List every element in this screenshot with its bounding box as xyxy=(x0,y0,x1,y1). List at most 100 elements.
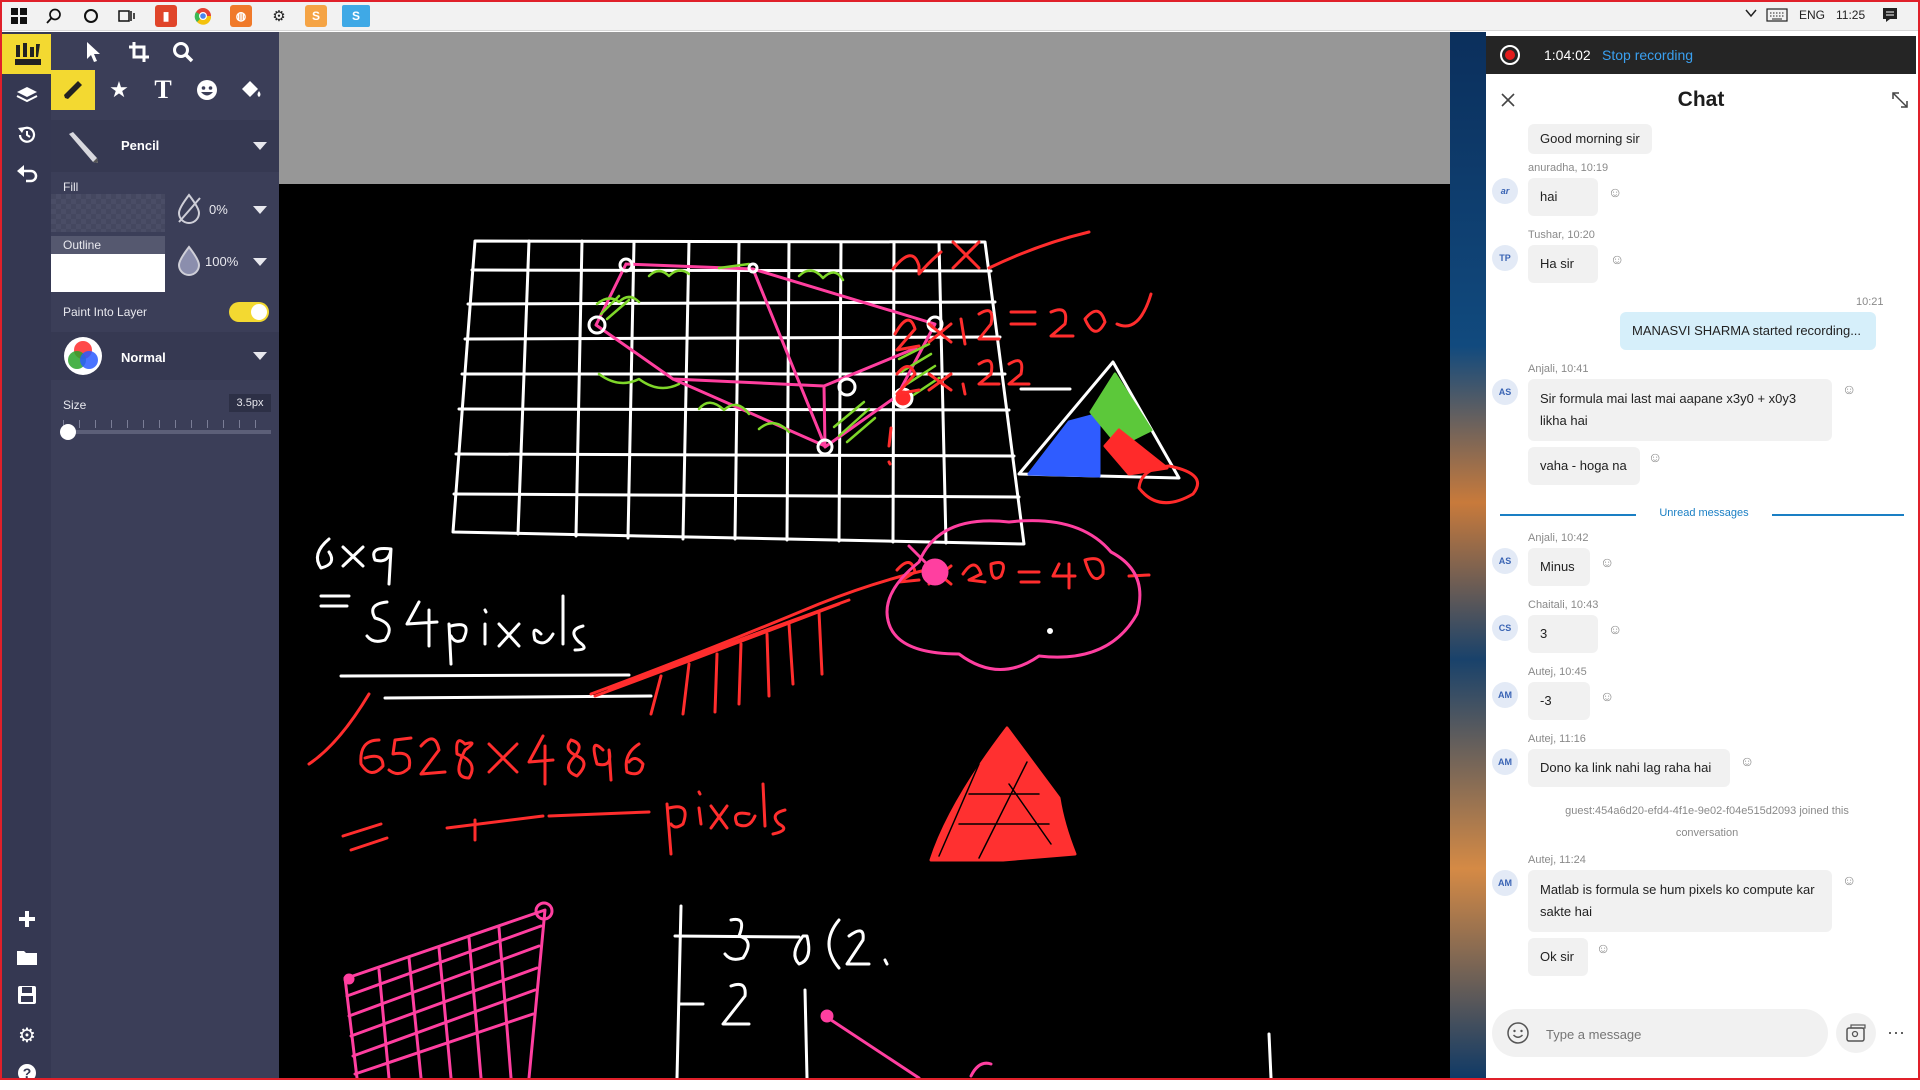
help-icon[interactable]: ? xyxy=(8,1056,46,1090)
folder-icon[interactable] xyxy=(8,940,46,974)
tool-options-panel: ★ T Pencil Fill 0% Outline 100% Paint In… xyxy=(51,32,279,1078)
chrome-icon[interactable] xyxy=(192,5,214,27)
fill-dropdown-caret-icon[interactable] xyxy=(253,206,267,214)
crop-tool[interactable] xyxy=(117,32,161,72)
office-app-icon[interactable]: ▮ xyxy=(155,5,177,27)
recording-timer: 1:04:02 xyxy=(1544,47,1591,63)
settings-gear-icon[interactable]: ⚙ xyxy=(268,5,290,27)
svg-text:?: ? xyxy=(23,1065,32,1081)
brush-name: Pencil xyxy=(121,138,160,153)
settings-icon[interactable]: ⚙ xyxy=(8,1018,46,1052)
message-meta: Autej, 11:24 xyxy=(1528,854,1586,866)
zoom-search-tool[interactable] xyxy=(161,32,205,72)
message-list: Good morning sir ar anuradha, 10:19 hai … xyxy=(1486,124,1916,1004)
cortana-icon[interactable] xyxy=(80,5,102,27)
paint-into-layer-label: Paint Into Layer xyxy=(63,305,148,319)
outline-swatch[interactable] xyxy=(51,254,165,292)
message-meta: Autej, 10:45 xyxy=(1528,666,1587,678)
clock[interactable]: 11:25 xyxy=(1836,8,1865,22)
brush-dropdown-caret-icon[interactable] xyxy=(253,142,267,150)
paint-into-layer-toggle[interactable] xyxy=(229,302,269,322)
select-arrow-tool[interactable] xyxy=(71,32,115,72)
message-bubble: Ha sir xyxy=(1528,245,1598,283)
emoji-icon[interactable] xyxy=(1506,1021,1530,1050)
size-value[interactable]: 3.5px xyxy=(229,394,271,412)
avatar: AS xyxy=(1492,379,1518,405)
message-meta: Autej, 11:16 xyxy=(1528,733,1586,745)
paint-app-icon[interactable]: S xyxy=(305,5,327,27)
text-tool[interactable]: T xyxy=(141,70,185,110)
save-icon[interactable] xyxy=(8,978,46,1012)
sticker-smiley-tool[interactable] xyxy=(185,70,229,110)
language-indicator[interactable]: ENG xyxy=(1799,8,1825,22)
recording-bar: 1:04:02 Stop recording xyxy=(1486,36,1916,74)
avatar: AM xyxy=(1492,870,1518,896)
react-smiley-icon[interactable]: ☺ xyxy=(1842,872,1856,888)
more-options-icon[interactable]: ⋯ xyxy=(1880,1013,1912,1053)
outline-opacity-value[interactable]: 100% xyxy=(205,254,238,269)
fill-bucket-tool[interactable] xyxy=(229,70,273,110)
stop-recording-link[interactable]: Stop recording xyxy=(1602,47,1693,63)
size-slider-thumb[interactable] xyxy=(60,424,76,440)
avatar: ar xyxy=(1492,178,1518,204)
drawing-canvas[interactable] xyxy=(279,184,1450,1078)
react-smiley-icon[interactable]: ☺ xyxy=(1600,688,1614,704)
blend-dropdown-caret-icon[interactable] xyxy=(253,352,267,360)
editor-icon-rail: ⚙ ? xyxy=(2,32,51,1082)
pencil-tool-button[interactable] xyxy=(51,70,95,110)
history-icon[interactable] xyxy=(8,118,46,152)
canvas-outside-area xyxy=(279,32,1450,184)
add-icon[interactable] xyxy=(8,902,46,936)
message-bubble: 3 xyxy=(1528,615,1598,653)
outline-dropdown-caret-icon[interactable] xyxy=(253,258,267,266)
own-message-bubble: MANASVI SHARMA started recording... xyxy=(1620,312,1876,350)
app-orange-icon[interactable]: ◍ xyxy=(230,5,252,27)
unread-divider: Unread messages xyxy=(1500,507,1904,521)
avatar: AM xyxy=(1492,682,1518,708)
taskbar: ▮ ◍ ⚙ S S ENG 11:25 xyxy=(2,2,1918,31)
blend-mode-label: Normal xyxy=(121,350,166,365)
search-icon[interactable] xyxy=(43,5,65,27)
react-smiley-icon[interactable]: ☺ xyxy=(1610,251,1624,267)
record-indicator-icon xyxy=(1500,45,1520,65)
message-bubble: Minus xyxy=(1528,548,1590,586)
color-wheel-icon xyxy=(63,336,103,381)
chat-panel: Chat Good morning sir ar anuradha, 10:19… xyxy=(1486,74,1916,1078)
fill-opacity-value[interactable]: 0% xyxy=(209,202,228,217)
message-input[interactable] xyxy=(1544,1021,1808,1047)
react-smiley-icon[interactable]: ☺ xyxy=(1608,621,1622,637)
avatar: TP xyxy=(1492,245,1518,271)
draw-tools-icon[interactable] xyxy=(2,34,51,74)
gallery-icon xyxy=(1846,1024,1866,1042)
message-bubble: vaha - hoga na xyxy=(1528,447,1640,485)
undo-icon[interactable] xyxy=(8,156,46,190)
message-meta: Anjali, 10:42 xyxy=(1528,532,1589,544)
tray-chevron-up-icon[interactable] xyxy=(1744,7,1758,22)
blend-mode-selector[interactable]: Normal xyxy=(51,332,279,380)
brush-selector[interactable]: Pencil xyxy=(51,120,279,172)
system-join-notice: guest:454a6d20-efd4-4f1e-9e02-f04e515d20… xyxy=(1565,805,1849,839)
message-composer[interactable] xyxy=(1492,1009,1828,1057)
size-slider-track[interactable] xyxy=(63,430,271,434)
react-smiley-icon[interactable]: ☺ xyxy=(1842,381,1856,397)
react-smiley-icon[interactable]: ☺ xyxy=(1740,753,1754,769)
expand-chat-icon[interactable] xyxy=(1890,90,1910,115)
task-view-icon[interactable] xyxy=(116,5,138,27)
react-smiley-icon[interactable]: ☺ xyxy=(1648,449,1662,465)
fill-label: Fill xyxy=(63,180,79,194)
react-smiley-icon[interactable]: ☺ xyxy=(1608,184,1622,200)
react-smiley-icon[interactable]: ☺ xyxy=(1596,940,1610,956)
avatar: CS xyxy=(1492,615,1518,641)
background-window-strip xyxy=(1450,32,1486,1078)
layers-icon[interactable] xyxy=(8,78,46,112)
fill-opacity-icon xyxy=(175,192,203,229)
keyboard-icon[interactable] xyxy=(1766,8,1788,25)
message-bubble: Sir formula mai last mai aapane x3y0 + x… xyxy=(1528,379,1832,441)
windows-start-icon[interactable] xyxy=(8,5,30,27)
react-smiley-icon[interactable]: ☺ xyxy=(1600,554,1614,570)
notifications-icon[interactable] xyxy=(1882,7,1898,26)
gallery-share-button[interactable] xyxy=(1836,1013,1876,1053)
skype-app-icon[interactable]: S xyxy=(342,5,370,27)
star-shape-tool[interactable]: ★ xyxy=(97,70,141,110)
fill-swatch[interactable] xyxy=(51,194,165,232)
